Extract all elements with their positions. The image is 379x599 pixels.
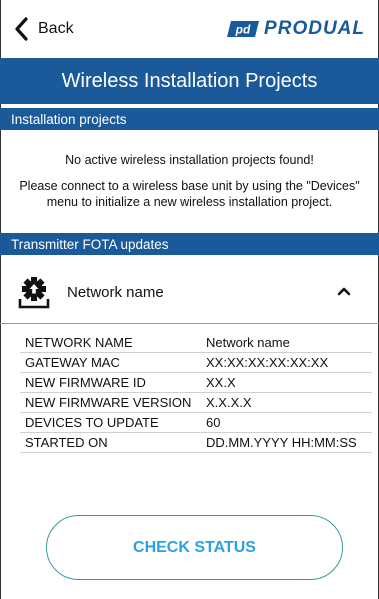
brand-name: PRODUAL <box>264 18 365 39</box>
detail-label: NEW FIRMWARE ID <box>25 375 146 390</box>
installation-projects-title: Installation projects <box>11 111 127 127</box>
network-name-label: Network name <box>67 284 164 301</box>
fota-details-table: NETWORK NAME Network name GATEWAY MAC XX… <box>20 333 372 453</box>
detail-row-devices-to-update: DEVICES TO UPDATE 60 <box>20 413 372 433</box>
detail-label: GATEWAY MAC <box>25 355 120 370</box>
fota-updates-title: Transmitter FOTA updates <box>11 236 169 252</box>
produal-logo-icon: pd <box>227 21 260 37</box>
detail-label: DEVICES TO UPDATE <box>25 415 159 430</box>
page-title: Wireless Installation Projects <box>61 69 318 92</box>
gear-upload-icon <box>18 276 50 308</box>
network-accordion-header[interactable]: Network name <box>0 262 379 324</box>
installation-projects-header: Installation projects <box>0 108 379 130</box>
detail-value: Network name <box>206 335 290 350</box>
back-label: Back <box>38 20 74 37</box>
detail-row-network-name: NETWORK NAME Network name <box>20 333 372 353</box>
detail-value: XX.X <box>206 375 236 390</box>
check-status-label: CHECK STATUS <box>133 538 256 556</box>
detail-label: STARTED ON <box>25 435 108 450</box>
page-title-bar: Wireless Installation Projects <box>0 58 379 104</box>
detail-value: DD.MM.YYYY HH:MM:SS <box>206 435 357 450</box>
detail-row-firmware-id: NEW FIRMWARE ID XX.X <box>20 373 372 393</box>
detail-row-started-on: STARTED ON DD.MM.YYYY HH:MM:SS <box>20 433 372 453</box>
detail-row-gateway-mac: GATEWAY MAC XX:XX:XX:XX:XX:XX <box>20 353 372 373</box>
fota-updates-header: Transmitter FOTA updates <box>0 233 379 255</box>
chevron-up-icon[interactable] <box>337 286 351 296</box>
detail-value: XX:XX:XX:XX:XX:XX <box>206 355 329 370</box>
check-status-button[interactable]: CHECK STATUS <box>46 515 343 580</box>
detail-row-firmware-version: NEW FIRMWARE VERSION X.X.X.X <box>20 393 372 413</box>
detail-value: 60 <box>206 415 221 430</box>
svg-text:pd: pd <box>235 23 251 37</box>
no-projects-message: No active wireless installation projects… <box>0 152 379 220</box>
back-button[interactable]: Back <box>14 17 74 41</box>
brand-logo: pd PRODUAL <box>227 18 365 40</box>
chevron-left-icon <box>15 17 28 41</box>
empty-message: No active wireless installation projects… <box>65 153 314 167</box>
detail-label: NEW FIRMWARE VERSION <box>25 395 192 410</box>
top-bar: Back pd PRODUAL <box>0 0 379 58</box>
detail-label: NETWORK NAME <box>25 335 133 350</box>
detail-value: X.X.X.X <box>206 395 252 410</box>
instructions-text: Please connect to a wireless base unit b… <box>19 179 360 209</box>
